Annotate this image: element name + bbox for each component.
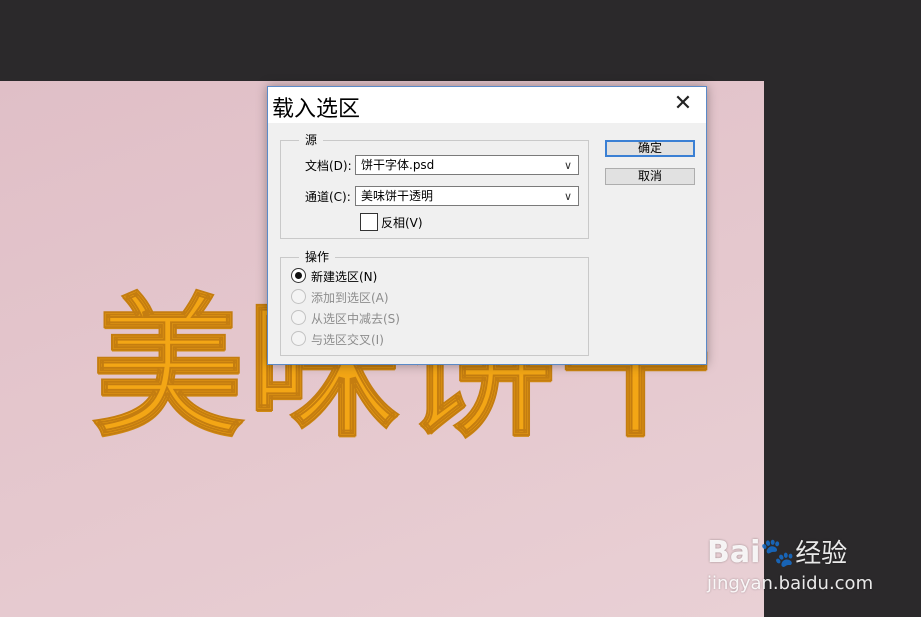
- watermark-url: jingyan.baidu.com: [707, 573, 874, 594]
- option-intersect-label: 与选区交叉(I): [311, 333, 384, 347]
- option-subtract-label: 从选区中减去(S): [311, 312, 400, 326]
- channel-value: 美味饼干透明: [361, 189, 434, 203]
- document-value: 饼干字体.psd: [361, 158, 435, 172]
- watermark-brand: Bai: [707, 535, 761, 570]
- operation-legend: 操作: [299, 248, 336, 265]
- cancel-button[interactable]: 取消: [605, 168, 695, 185]
- invert-label: 反相(V): [381, 216, 423, 230]
- chevron-down-icon: ∨: [563, 190, 572, 203]
- radio-subtract-from-selection[interactable]: [291, 310, 306, 325]
- dialog-titlebar: 载入选区 ✕: [268, 87, 706, 123]
- ok-button[interactable]: 确定: [605, 140, 695, 157]
- watermark-brand-suffix: 经验: [795, 539, 848, 569]
- invert-checkbox[interactable]: [360, 213, 378, 231]
- document-select[interactable]: 饼干字体.psd ∨: [355, 155, 579, 175]
- close-icon[interactable]: ✕: [668, 91, 698, 117]
- source-legend: 源: [299, 131, 324, 148]
- paw-icon: 🐾: [760, 536, 796, 569]
- document-label: 文档(D):: [305, 159, 352, 173]
- baidu-watermark: Bai🐾经验: [707, 533, 847, 570]
- channel-select[interactable]: 美味饼干透明 ∨: [355, 186, 579, 206]
- radio-new-selection[interactable]: [291, 268, 306, 283]
- dialog-title: 载入选区: [272, 97, 361, 122]
- option-add-to-selection-label: 添加到选区(A): [311, 291, 389, 305]
- chevron-down-icon: ∨: [563, 159, 572, 172]
- load-selection-dialog: 载入选区 ✕ 源 文档(D): 饼干字体.psd ∨ 通道(C): 美味饼干透明…: [267, 86, 707, 365]
- option-new-selection-label: 新建选区(N): [311, 270, 378, 284]
- radio-add-to-selection[interactable]: [291, 289, 306, 304]
- channel-label: 通道(C):: [305, 190, 351, 204]
- radio-intersect-selection[interactable]: [291, 331, 306, 346]
